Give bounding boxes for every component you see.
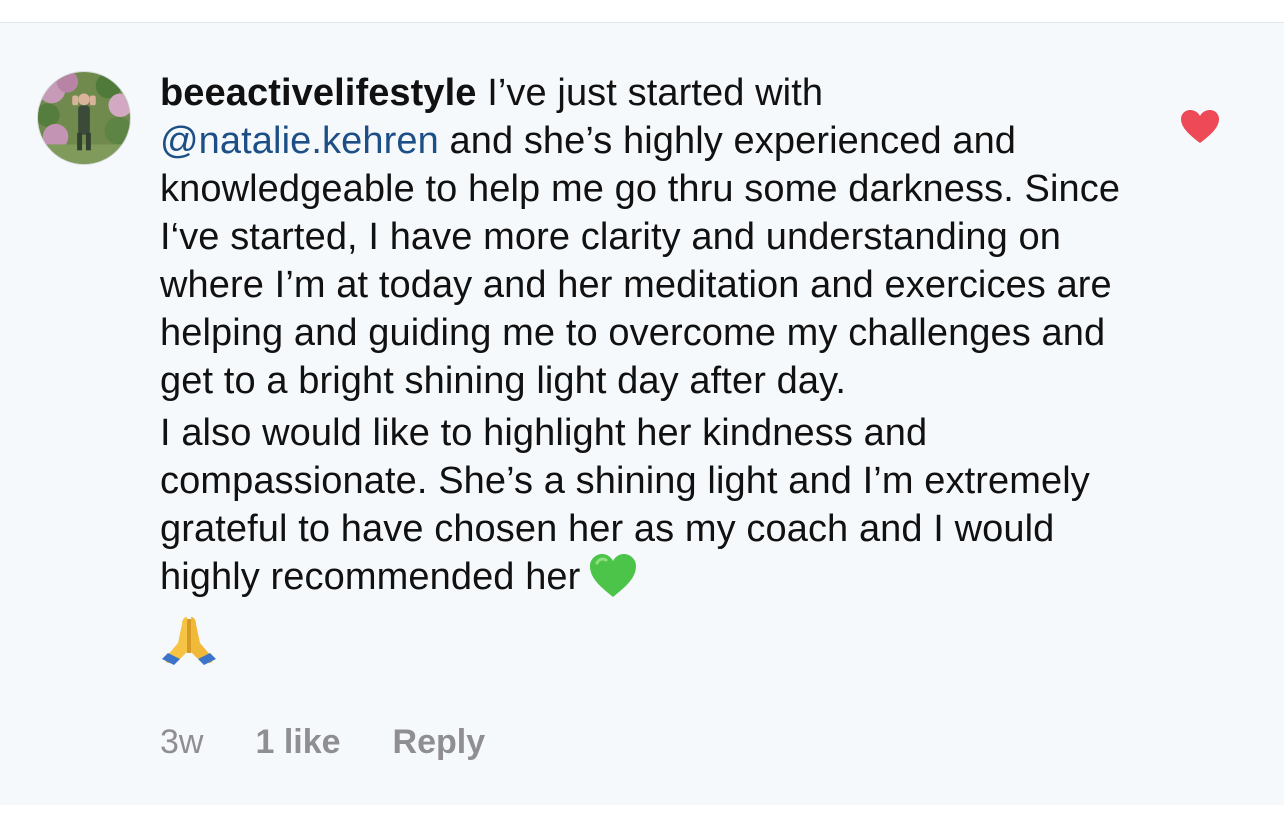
comment-card: beeactivelifestyle I’ve just started wit… [0,22,1284,805]
comment-text: beeactivelifestyle I’ve just started wit… [160,69,1140,667]
like-count-button[interactable]: 1 like [255,720,340,764]
reply-button[interactable]: Reply [393,720,486,764]
like-heart-button[interactable] [1180,109,1220,145]
comment-text-part-1: and she’s highly experienced and knowled… [160,120,1121,402]
avatar-photo [38,72,130,164]
folded-hands-emoji [160,613,218,667]
username-link[interactable]: beeactivelifestyle [160,72,477,114]
comment-meta: 3w 1 like Reply [160,720,485,764]
comment-paragraph-1: beeactivelifestyle I’ve just started wit… [160,69,1140,405]
mention-link[interactable]: @natalie.kehren [160,120,439,162]
heart-icon [1181,110,1219,143]
green-heart-emoji [588,553,638,611]
timestamp: 3w [160,723,204,761]
comment-paragraph-2: I also would like to highlight her kindn… [160,409,1140,611]
avatar[interactable] [37,71,131,165]
comment-intro: I’ve just started with [487,72,824,114]
